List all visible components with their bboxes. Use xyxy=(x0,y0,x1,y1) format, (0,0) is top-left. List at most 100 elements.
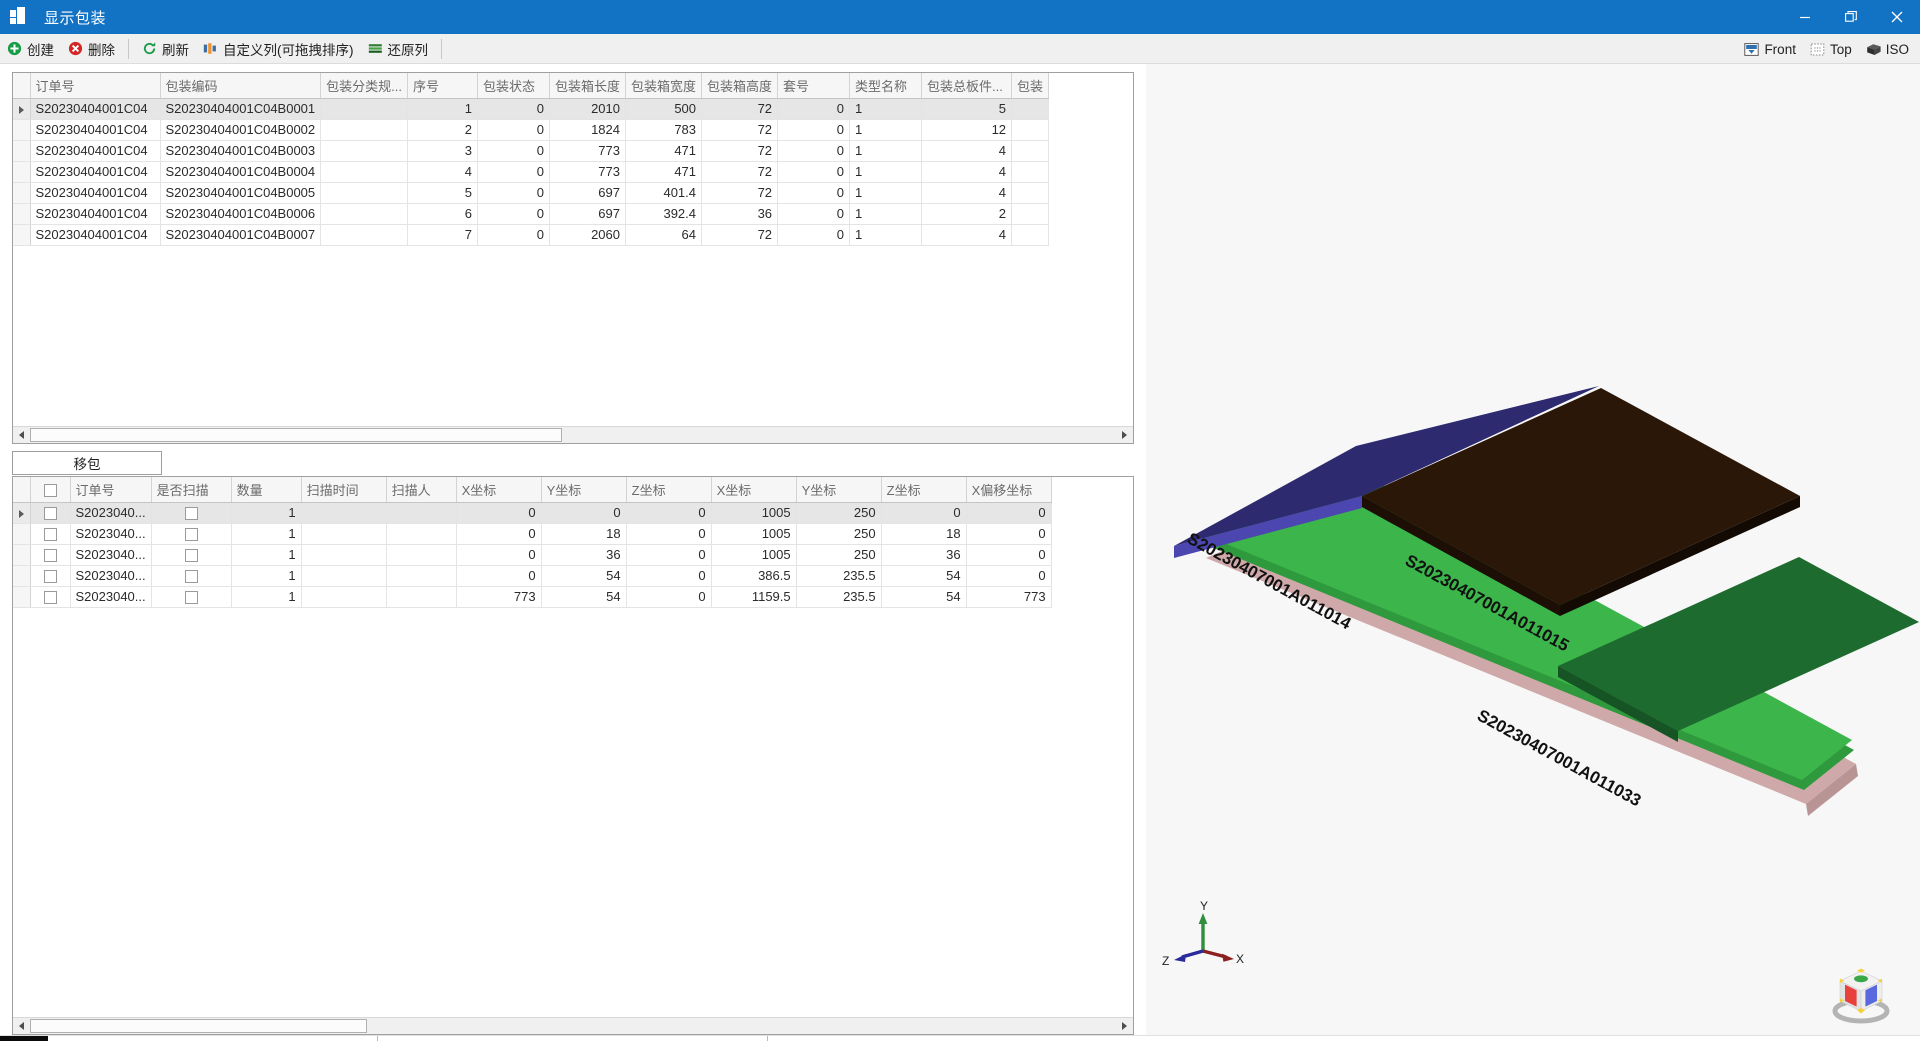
detail-cell[interactable] xyxy=(301,586,387,608)
detail-cell[interactable] xyxy=(386,586,457,608)
detail-table-row[interactable]: S2023040... 1 0 0 0 1005 250 0 0 xyxy=(13,502,1052,524)
package-cell[interactable]: 0 xyxy=(777,119,851,141)
package-cell[interactable]: 4 xyxy=(407,161,478,183)
detail-row-checkbox[interactable] xyxy=(43,570,57,584)
package-grid-hscrollbar[interactable] xyxy=(13,426,1133,443)
package-cell[interactable]: 2060 xyxy=(549,224,627,246)
detail-cell[interactable]: 0 xyxy=(456,544,542,566)
package-row-indicator[interactable] xyxy=(13,182,31,204)
package-cell[interactable]: S20230404001C04B0006 xyxy=(160,203,322,225)
detail-row-indicator[interactable] xyxy=(13,502,31,524)
detail-column-header[interactable]: 扫描人 xyxy=(386,477,457,503)
package-cell[interactable]: 0 xyxy=(777,98,851,120)
package-hscroll-track[interactable] xyxy=(30,427,1116,443)
move-package-button[interactable]: 移包 xyxy=(12,450,162,475)
package-table-row[interactable]: S20230404001C04 S20230404001C04B0004 4 0 773… xyxy=(13,161,1050,183)
package-cell[interactable]: 4 xyxy=(921,161,1013,183)
detail-column-header[interactable]: 订单号 xyxy=(70,477,152,503)
detail-cell[interactable]: 18 xyxy=(881,523,967,545)
package-cell[interactable]: 0 xyxy=(477,224,550,246)
package-cell[interactable]: 72 xyxy=(701,182,779,204)
package-row-indicator[interactable] xyxy=(13,203,31,225)
detail-cell[interactable]: 0 xyxy=(966,502,1052,524)
detail-cell[interactable]: 18 xyxy=(541,523,627,545)
package-cell[interactable] xyxy=(320,203,408,225)
package-cell[interactable] xyxy=(1011,140,1050,162)
detail-column-header[interactable]: Y坐标 xyxy=(541,477,627,503)
detail-column-header[interactable]: Y坐标 xyxy=(796,477,882,503)
detail-cell[interactable]: 235.5 xyxy=(796,565,882,587)
package-cell[interactable]: 1 xyxy=(849,182,923,204)
detail-cell[interactable]: 36 xyxy=(881,544,967,566)
package-cell[interactable]: 2010 xyxy=(549,98,627,120)
package-cell[interactable]: 1 xyxy=(849,161,923,183)
detail-cell[interactable]: 1 xyxy=(231,523,302,545)
package-cell[interactable]: 72 xyxy=(701,224,779,246)
package-cell[interactable]: 471 xyxy=(625,161,703,183)
detail-cell[interactable]: 0 xyxy=(881,502,967,524)
detail-cell[interactable]: 386.5 xyxy=(711,565,797,587)
detail-row-indicator[interactable] xyxy=(13,565,31,587)
package-cell[interactable]: 72 xyxy=(701,140,779,162)
package-cell[interactable] xyxy=(320,182,408,204)
package-cell[interactable]: 1824 xyxy=(549,119,627,141)
package-column-header[interactable]: 序号 xyxy=(407,73,478,99)
detail-column-header[interactable]: Z坐标 xyxy=(626,477,712,503)
package-table-row[interactable]: S20230404001C04 S20230404001C04B0002 2 0 182… xyxy=(13,119,1050,141)
package-table-row[interactable]: S20230404001C04 S20230404001C04B0001 1 0 201… xyxy=(13,98,1050,120)
package-cell[interactable]: S20230404001C04B0005 xyxy=(160,182,322,204)
package-column-header[interactable]: 包装编码 xyxy=(160,73,322,99)
package-cell[interactable]: 12 xyxy=(921,119,1013,141)
detail-grid-viewport[interactable]: 订单号 是否扫描 数量 扫描时间 扫描人 X坐标 Y坐标 Z坐标 X坐标 Y坐标 Z坐标 X偏移坐标 … xyxy=(13,477,1133,1017)
detail-cell[interactable]: 0 xyxy=(966,544,1052,566)
package-cell[interactable]: S20230404001C04 xyxy=(30,98,161,120)
package-grid-viewport[interactable]: 订单号 包装编码 包装分类规... 序号 包装状态 包装箱长度 包装箱宽度 包装箱高度 套号 类型… xyxy=(13,73,1133,426)
package-cell[interactable]: 72 xyxy=(701,119,779,141)
detail-cell[interactable] xyxy=(301,544,387,566)
package-cell[interactable] xyxy=(1011,203,1050,225)
detail-cell[interactable]: 1 xyxy=(231,544,302,566)
detail-select-all-header[interactable] xyxy=(30,477,71,503)
package-cell[interactable]: S20230404001C04 xyxy=(30,119,161,141)
detail-cell[interactable]: 54 xyxy=(881,565,967,587)
package-column-header[interactable]: 包装箱宽度 xyxy=(625,73,703,99)
detail-cell[interactable]: S2023040... xyxy=(70,586,152,608)
detail-cell[interactable]: 773 xyxy=(966,586,1052,608)
package-row-indicator[interactable] xyxy=(13,98,31,120)
package-column-header[interactable]: 类型名称 xyxy=(849,73,923,99)
detail-row-indicator[interactable] xyxy=(13,523,31,545)
package-cell[interactable]: 0 xyxy=(477,182,550,204)
detail-scanned-cell[interactable] xyxy=(151,523,232,545)
package-cell[interactable]: S20230404001C04 xyxy=(30,140,161,162)
detail-scanned-cell[interactable] xyxy=(151,565,232,587)
detail-cell[interactable]: S2023040... xyxy=(70,565,152,587)
package-cell[interactable]: 500 xyxy=(625,98,703,120)
package-cell[interactable] xyxy=(320,140,408,162)
package-cell[interactable]: 72 xyxy=(701,161,779,183)
package-cell[interactable]: 7 xyxy=(407,224,478,246)
package-column-header[interactable]: 包装分类规... xyxy=(320,73,408,99)
detail-cell[interactable] xyxy=(386,544,457,566)
detail-row-select-cell[interactable] xyxy=(30,544,71,566)
detail-hscroll-track[interactable] xyxy=(30,1018,1116,1034)
detail-cell[interactable] xyxy=(301,502,387,524)
detail-column-header[interactable]: X坐标 xyxy=(711,477,797,503)
detail-cell[interactable]: 1 xyxy=(231,502,302,524)
package-cell[interactable] xyxy=(1011,98,1050,120)
detail-row-select-cell[interactable] xyxy=(30,523,71,545)
restore-columns-button[interactable]: 还原列 xyxy=(361,37,436,61)
detail-row-indicator[interactable] xyxy=(13,544,31,566)
minimize-button[interactable] xyxy=(1782,0,1828,34)
detail-row-indicator[interactable] xyxy=(13,586,31,608)
package-cell[interactable]: 2 xyxy=(407,119,478,141)
detail-cell[interactable] xyxy=(301,523,387,545)
view-cube[interactable] xyxy=(1828,965,1894,1027)
detail-scanned-cell[interactable] xyxy=(151,586,232,608)
package-hscroll-right-button[interactable] xyxy=(1116,427,1133,443)
package-column-header[interactable]: 订单号 xyxy=(30,73,161,99)
detail-column-header[interactable]: 数量 xyxy=(231,477,302,503)
detail-table-row[interactable]: S2023040... 1 773 54 0 1159.5 235.5 54 773 xyxy=(13,586,1052,608)
package-column-header[interactable]: 套号 xyxy=(777,73,851,99)
detail-cell[interactable]: 250 xyxy=(796,502,882,524)
package-row-indicator[interactable] xyxy=(13,224,31,246)
